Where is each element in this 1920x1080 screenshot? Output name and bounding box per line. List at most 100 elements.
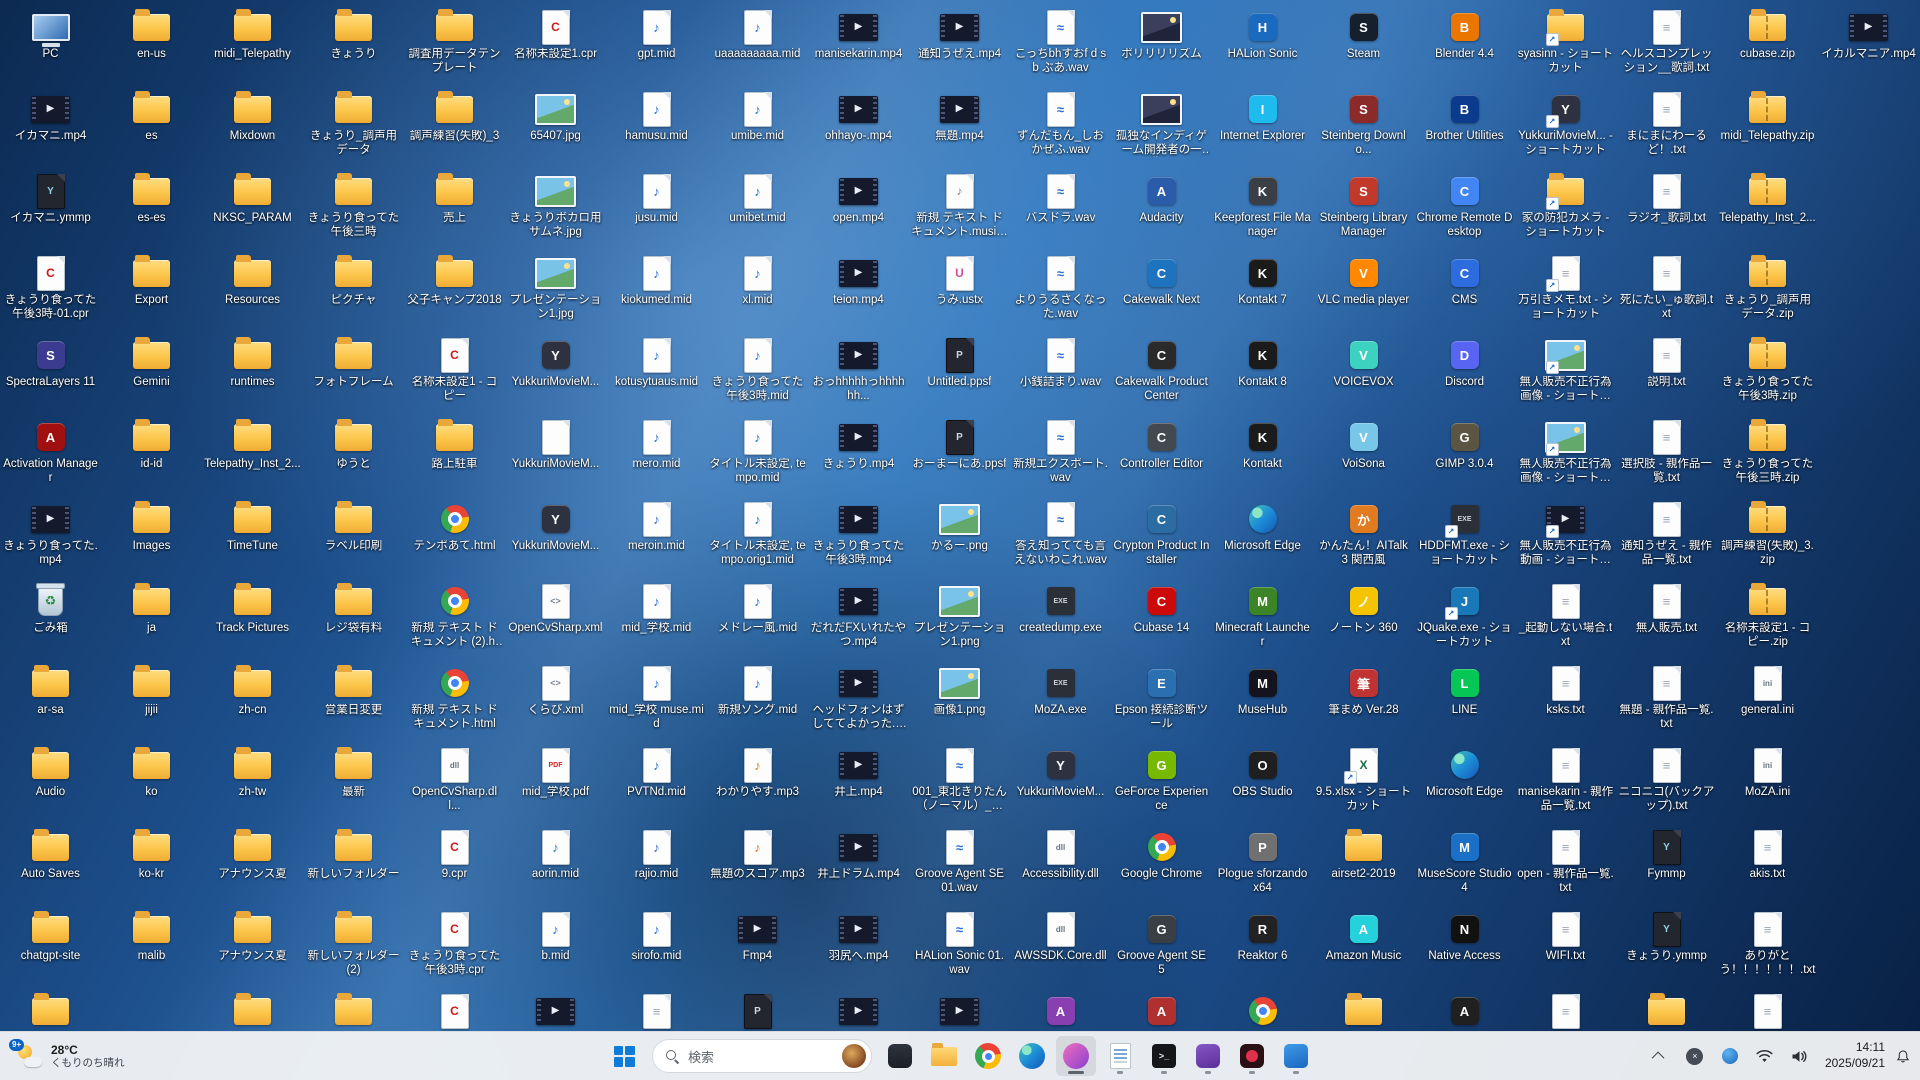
desktop-icon[interactable]: ▶ おっhhhhhっhhhhhh... <box>808 334 909 416</box>
desktop-icon[interactable]: ♪ jusu.mid <box>606 170 707 252</box>
desktop-icon[interactable]: テンポあて.html <box>404 498 505 580</box>
desktop-icon[interactable]: ≡ WIFI.txt <box>1515 908 1616 990</box>
desktop-icon[interactable]: Audio <box>0 744 101 826</box>
desktop-icon[interactable]: ≡ 無題 - 親作品一覧.txt <box>1616 662 1717 744</box>
desktop-icon[interactable]: 最新 <box>303 744 404 826</box>
desktop-icon[interactable]: ≡ ニコニコ(バックアップ).txt <box>1616 744 1717 826</box>
desktop-icon[interactable]: ♻ ごみ箱 <box>0 580 101 662</box>
desktop-icon[interactable]: ▶ ohhayo-.mp4 <box>808 88 909 170</box>
desktop-icon[interactable] <box>303 990 404 1032</box>
desktop-icon[interactable]: アナウンス夏 <box>202 826 303 908</box>
desktop-icon[interactable]: S Steam <box>1313 6 1414 88</box>
desktop-icon[interactable]: 調査用データテンプレート <box>404 6 505 88</box>
desktop-icon[interactable]: 名称未設定1 - コピー.zip <box>1717 580 1818 662</box>
desktop-icon[interactable]: M MuseScore Studio 4 <box>1414 826 1515 908</box>
desktop-icon[interactable]: 65407.jpg <box>505 88 606 170</box>
desktop-icon[interactable]: ♪ mero.mid <box>606 416 707 498</box>
desktop-icon[interactable]: Google Chrome <box>1111 826 1212 908</box>
desktop-icon[interactable]: B Brother Utilities <box>1414 88 1515 170</box>
desktop-icon[interactable]: C <box>404 990 505 1032</box>
desktop-icon[interactable]: K Kontakt 7 <box>1212 252 1313 334</box>
desktop-icon[interactable] <box>202 990 303 1032</box>
desktop-icon[interactable]: ♪ rajio.mid <box>606 826 707 908</box>
chrome-button[interactable] <box>968 1036 1008 1076</box>
edge-button[interactable] <box>1012 1036 1052 1076</box>
desktop-icon[interactable]: ▶ 無題.mp4 <box>909 88 1010 170</box>
desktop-icon[interactable]: G GIMP 3.0.4 <box>1414 416 1515 498</box>
desktop-icon[interactable]: ▶ イカマニ.mp4 <box>0 88 101 170</box>
desktop-icon[interactable]: ▶ <box>909 990 1010 1032</box>
desktop-icon[interactable]: V VLC media player <box>1313 252 1414 334</box>
desktop-icon[interactable]: ≡ ヘルスコンプレッション__歌詞.txt <box>1616 6 1717 88</box>
desktop-icon[interactable]: V VoiSona <box>1313 416 1414 498</box>
desktop-icon[interactable]: 営業日変更 <box>303 662 404 744</box>
desktop-icon[interactable]: Y きょうり.ymmp <box>1616 908 1717 990</box>
desktop-icon[interactable]: ♪ タイトル未設定, tempo.mid <box>707 416 808 498</box>
desktop-icon[interactable]: K Kontakt 8 <box>1212 334 1313 416</box>
desktop-icon[interactable] <box>1616 990 1717 1032</box>
desktop-icon[interactable]: runtimes <box>202 334 303 416</box>
desktop-icon[interactable]: 新規 テキスト ドキュメント (2).html <box>404 580 505 662</box>
search-input[interactable]: 検索 <box>652 1039 872 1073</box>
desktop-icon[interactable]: Export <box>101 252 202 334</box>
desktop-icon[interactable]: ↗ 無人販売不正行為画像 - ショートカット <box>1515 416 1616 498</box>
desktop-icon[interactable]: B Blender 4.4 <box>1414 6 1515 88</box>
desktop-icon[interactable]: dll OpenCvSharp.dll... <box>404 744 505 826</box>
desktop-icon[interactable] <box>1212 990 1313 1032</box>
desktop-icon[interactable]: S SpectraLayers 11 <box>0 334 101 416</box>
desktop-icon[interactable]: P <box>707 990 808 1032</box>
desktop-icon[interactable]: <> OpenCvSharp.xml <box>505 580 606 662</box>
desktop-icon[interactable]: ♪ aorin.mid <box>505 826 606 908</box>
desktop-icon[interactable]: 筆筆まめ Ver.28 <box>1313 662 1414 744</box>
desktop-icon[interactable]: ▶ <box>505 990 606 1032</box>
desktop-icon[interactable]: EXE MoZA.exe <box>1010 662 1111 744</box>
desktop-icon[interactable]: Auto Saves <box>0 826 101 908</box>
desktop-icon[interactable]: R Reaktor 6 <box>1212 908 1313 990</box>
desktop-icon[interactable]: ♪ xl.mid <box>707 252 808 334</box>
desktop-icon[interactable]: 新しいフォルダー (2) <box>303 908 404 990</box>
desktop-icon[interactable]: Gemini <box>101 334 202 416</box>
desktop-icon[interactable]: dll AWSSDK.Core.dll <box>1010 908 1111 990</box>
terminal-button[interactable]: >_ <box>1144 1036 1184 1076</box>
desktop-icon[interactable]: C 9.cpr <box>404 826 505 908</box>
desktop-icon[interactable]: ノノートン 360 <box>1313 580 1414 662</box>
desktop-icon[interactable]: P おーまーにあ.ppsf <box>909 416 1010 498</box>
desktop-icon[interactable]: ≡ <box>1717 990 1818 1032</box>
desktop-icon[interactable]: <> くらび.xml <box>505 662 606 744</box>
desktop-icon[interactable]: ≈ HALion Sonic 01.wav <box>909 908 1010 990</box>
desktop-icon[interactable]: midi_Telepathy <box>202 6 303 88</box>
desktop-icon[interactable]: A <box>1414 990 1515 1032</box>
desktop-icon[interactable]: ≈ こっちbhすおf d s b ぶあ.wav <box>1010 6 1111 88</box>
desktop-icon[interactable]: ≡ open - 親作品一覧.txt <box>1515 826 1616 908</box>
desktop-icon[interactable]: Y YukkuriMovieM... <box>505 498 606 580</box>
desktop-icon[interactable]: ↗ syasinn - ショートカット <box>1515 6 1616 88</box>
desktop-icon[interactable]: ♪ 新規 テキスト ドキュメント.musicxml <box>909 170 1010 252</box>
desktop-icon[interactable]: ≡ まにまにわーるど！.txt <box>1616 88 1717 170</box>
start-button[interactable] <box>604 1036 644 1076</box>
desktop-icon[interactable]: G Groove Agent SE 5 <box>1111 908 1212 990</box>
desktop-icon[interactable]: PDF mid_学校.pdf <box>505 744 606 826</box>
desktop-icon[interactable]: ♪ kotusytuaus.mid <box>606 334 707 416</box>
desktop-icon[interactable]: ▶ 通知うぜえ.mp4 <box>909 6 1010 88</box>
desktop-icon[interactable]: 路上駐車 <box>404 416 505 498</box>
desktop-icon[interactable]: S Steinberg Downlo... <box>1313 88 1414 170</box>
tray-app-1[interactable]: × <box>1679 1038 1711 1074</box>
desktop-icon[interactable]: K Kontakt <box>1212 416 1313 498</box>
desktop-icon[interactable]: Y YukkuriMovieM... <box>505 334 606 416</box>
notepad-button[interactable] <box>1100 1036 1140 1076</box>
desktop-icon[interactable]: ♪ 新規ソング.mid <box>707 662 808 744</box>
desktop-icon[interactable]: Y Fymmp <box>1616 826 1717 908</box>
tray-app-2[interactable] <box>1714 1038 1746 1074</box>
desktop-icon[interactable]: ≡ ksks.txt <box>1515 662 1616 744</box>
desktop-icon[interactable]: きょうり_調声用データ.zip <box>1717 252 1818 334</box>
volume-button[interactable] <box>1784 1038 1816 1074</box>
desktop-icon[interactable]: dll Accessibility.dll <box>1010 826 1111 908</box>
network-button[interactable] <box>1749 1038 1781 1074</box>
desktop-icon[interactable]: P Plogue sforzando x64 <box>1212 826 1313 908</box>
desktop-icon[interactable]: ▶ きょうり食ってた.mp4 <box>0 498 101 580</box>
desktop-icon[interactable]: O OBS Studio <box>1212 744 1313 826</box>
desktop-icon[interactable]: ≡ ↗ 万引きメモ.txt - ショートカット <box>1515 252 1616 334</box>
desktop-icon[interactable] <box>1313 990 1414 1032</box>
desktop-icon[interactable]: 新しいフォルダー <box>303 826 404 908</box>
desktop-icon[interactable]: ≈ 新規エクスポート.wav <box>1010 416 1111 498</box>
